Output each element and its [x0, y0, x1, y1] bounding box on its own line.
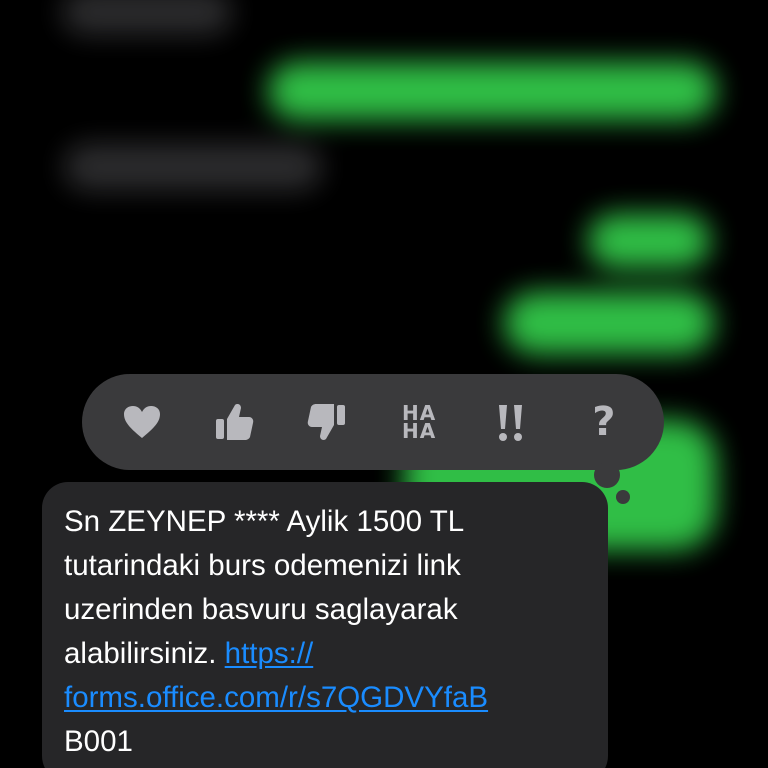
blurred-received-bubble — [64, 144, 322, 190]
message-link[interactable]: https:// — [225, 637, 314, 670]
received-message-bubble[interactable]: Sn ZEYNEP **** Aylik 1500 TL tutarindaki… — [42, 482, 608, 768]
tapback-reaction-bar: HA HA ? — [82, 374, 664, 470]
message-text-line: Sn ZEYNEP **** Aylik 1500 TL — [64, 505, 465, 538]
message-text-line: uzerinden basvuru saglayarak — [64, 593, 458, 626]
thumbs-down-icon — [307, 404, 345, 440]
thumbs-up-icon — [216, 404, 254, 440]
blurred-sent-bubble — [504, 292, 714, 354]
haha-icon: HA HA — [402, 401, 437, 443]
message-text: alabilirsiniz. — [64, 637, 225, 670]
double-exclamation-icon — [499, 405, 523, 441]
message-text-line: B001 — [64, 725, 133, 758]
reaction-emphasize[interactable] — [481, 392, 541, 452]
reaction-heart[interactable] — [112, 392, 172, 452]
reaction-thumbs-up[interactable] — [204, 392, 264, 452]
blurred-sent-bubble — [268, 62, 716, 120]
blurred-received-bubble — [62, 0, 232, 34]
reaction-haha[interactable]: HA HA — [389, 392, 449, 452]
message-text-line: alabilirsiniz. https:// — [64, 632, 588, 676]
question-mark-icon: ? — [592, 399, 616, 445]
heart-icon — [124, 406, 161, 438]
message-text-line: tutarindaki burs odemenizi link — [64, 549, 461, 582]
message-text-line: forms.office.com/r/s7QGDVYfaB — [64, 676, 588, 720]
reaction-question[interactable]: ? — [574, 392, 634, 452]
reaction-bar-tail-small — [616, 490, 630, 504]
blurred-sent-bubble — [588, 214, 710, 268]
reaction-bar-tail-large — [594, 462, 620, 488]
message-link-continued[interactable]: forms.office.com/r/s7QGDVYfaB — [64, 681, 488, 714]
reaction-thumbs-down[interactable] — [297, 392, 357, 452]
